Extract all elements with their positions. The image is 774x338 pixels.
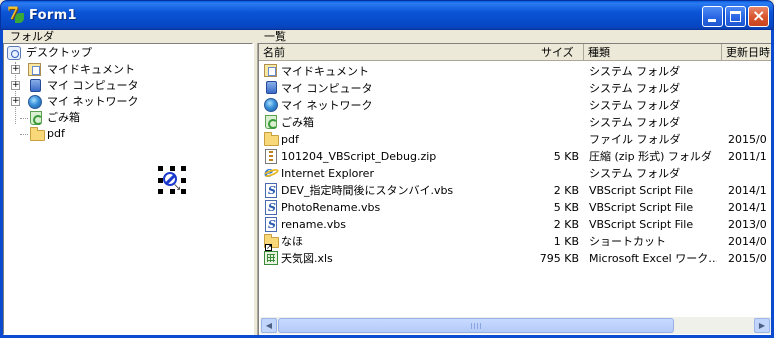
file-date: 2013/0 bbox=[728, 218, 767, 231]
list-row[interactable]: マイ コンピュータ システム フォルダ bbox=[259, 80, 771, 97]
file-date: 2011/1 bbox=[728, 150, 767, 163]
column-header-type[interactable]: 種類 bbox=[584, 44, 722, 61]
vbscript-file-icon bbox=[265, 183, 277, 198]
tree-item-label: マイ コンピュータ bbox=[47, 79, 139, 92]
my-documents-icon bbox=[264, 64, 277, 77]
list-row[interactable]: ごみ箱 システム フォルダ bbox=[259, 114, 771, 131]
list-header: 名前 サイズ 種類 更新日時 bbox=[259, 44, 771, 61]
my-computer-icon bbox=[30, 79, 41, 92]
file-name: マイ コンピュータ bbox=[281, 82, 373, 95]
tree-item-label: ごみ箱 bbox=[47, 111, 80, 124]
file-size: 795 KB bbox=[539, 252, 579, 265]
vbscript-file-icon bbox=[265, 200, 277, 215]
list-row[interactable]: PhotoRename.vbs 5 KB VBScript Script Fil… bbox=[259, 199, 771, 216]
file-name: マイドキュメント bbox=[281, 65, 369, 78]
file-type: VBScript Script File bbox=[589, 201, 694, 214]
file-name: マイ ネットワーク bbox=[281, 99, 373, 112]
expand-icon[interactable]: + bbox=[11, 65, 20, 74]
grip-icon bbox=[471, 323, 481, 329]
close-button[interactable]: × bbox=[748, 6, 769, 27]
file-name: pdf bbox=[281, 133, 299, 146]
horizontal-scrollbar[interactable]: ◀ ▶ bbox=[260, 317, 771, 334]
file-date: 2014/1 bbox=[728, 184, 767, 197]
chevron-right-icon: ▶ bbox=[758, 321, 766, 330]
tree-item-label: デスクトップ bbox=[26, 46, 92, 59]
minimize-icon bbox=[708, 19, 716, 22]
file-size: 5 KB bbox=[553, 201, 579, 214]
list-row[interactable]: e Internet Explorer システム フォルダ bbox=[259, 163, 771, 182]
list-row[interactable]: ↗ なほ 1 KB ショートカット 2014/0 bbox=[259, 233, 771, 251]
window-title: Form1 bbox=[29, 8, 77, 23]
file-type: VBScript Script File bbox=[589, 184, 694, 197]
scroll-left-button[interactable]: ◀ bbox=[261, 318, 277, 333]
column-header-name[interactable]: 名前 bbox=[259, 44, 584, 61]
list-row[interactable]: pdf ファイル フォルダ 2015/0 bbox=[259, 131, 771, 148]
list-row[interactable]: rename.vbs 2 KB VBScript Script File 201… bbox=[259, 216, 771, 233]
list-row[interactable]: DEV_指定時間後にスタンバイ.vbs 2 KB VBScript Script… bbox=[259, 182, 771, 199]
tree-item-label: マイ ネットワーク bbox=[47, 95, 139, 108]
shortcut-folder-icon: ↗ bbox=[264, 234, 279, 251]
file-size: 2 KB bbox=[553, 184, 579, 197]
list-row[interactable]: 101204_VBScript_Debug.zip 5 KB 圧縮 (zip 形… bbox=[259, 148, 771, 165]
close-icon: × bbox=[752, 6, 766, 25]
file-list[interactable]: 名前 サイズ 種類 更新日時 マイドキュメント システム フォルダ マイ コンピ… bbox=[258, 43, 771, 335]
list-row[interactable]: マイドキュメント システム フォルダ bbox=[259, 63, 771, 80]
selected-control[interactable]: ↘ bbox=[158, 166, 186, 194]
list-row[interactable]: 天気図.xls 795 KB Microsoft Excel ワーク… 2015… bbox=[259, 250, 771, 267]
file-type: ファイル フォルダ bbox=[589, 133, 681, 146]
folder-icon bbox=[30, 127, 45, 141]
file-size: 2 KB bbox=[553, 218, 579, 231]
app-icon: 7 bbox=[7, 4, 25, 25]
file-size: 1 KB bbox=[553, 235, 579, 248]
column-header-size[interactable]: サイズ bbox=[541, 44, 574, 61]
expand-icon[interactable]: + bbox=[11, 97, 20, 106]
scroll-right-button[interactable]: ▶ bbox=[754, 318, 770, 333]
file-type: ショートカット bbox=[589, 235, 666, 248]
title-bar[interactable]: 7 Form1 × bbox=[0, 0, 774, 30]
column-header-date[interactable]: 更新日時 bbox=[722, 44, 771, 61]
file-type: システム フォルダ bbox=[589, 99, 681, 112]
internet-explorer-icon: e bbox=[262, 163, 280, 181]
tree-item-label: マイドキュメント bbox=[47, 63, 135, 76]
zip-icon bbox=[265, 149, 277, 164]
file-name: Internet Explorer bbox=[281, 167, 374, 180]
file-type: システム フォルダ bbox=[589, 116, 681, 129]
my-computer-icon bbox=[266, 81, 277, 94]
no-entry-icon: ↘ bbox=[162, 170, 182, 193]
file-date: 2015/0 bbox=[728, 133, 767, 146]
my-documents-icon bbox=[28, 63, 41, 76]
recycle-bin-icon bbox=[265, 115, 278, 129]
excel-file-icon bbox=[264, 251, 278, 265]
file-type: システム フォルダ bbox=[589, 167, 681, 180]
tree-guide-line bbox=[20, 118, 28, 119]
minimize-button[interactable] bbox=[702, 6, 723, 27]
tree-guide-line bbox=[20, 134, 28, 135]
file-name: ごみ箱 bbox=[281, 116, 314, 129]
chevron-left-icon: ◀ bbox=[265, 321, 273, 330]
folder-tree[interactable]: デスクトップ + マイドキュメント + マイ コンピュータ + マイ ネットワー… bbox=[3, 43, 253, 335]
list-pane-label: 一覧 bbox=[264, 30, 286, 43]
scrollbar-thumb[interactable] bbox=[278, 318, 674, 333]
folder-pane-label: フォルダ bbox=[10, 30, 54, 43]
network-icon bbox=[264, 98, 278, 112]
file-type: システム フォルダ bbox=[589, 82, 681, 95]
file-date: 2014/1 bbox=[728, 201, 767, 214]
maximize-button[interactable] bbox=[725, 6, 746, 27]
file-date: 2014/0 bbox=[728, 235, 767, 248]
file-size: 5 KB bbox=[553, 150, 579, 163]
tree-item-label: pdf bbox=[47, 127, 65, 140]
file-type: システム フォルダ bbox=[589, 65, 681, 78]
network-icon bbox=[28, 95, 42, 109]
file-type: Microsoft Excel ワーク… bbox=[589, 252, 717, 265]
recycle-bin-icon bbox=[30, 111, 43, 125]
vbscript-file-icon bbox=[265, 217, 277, 232]
file-type: 圧縮 (zip 形式) フォルダ bbox=[589, 150, 712, 163]
folder-icon bbox=[264, 132, 279, 146]
expand-icon[interactable]: + bbox=[11, 81, 20, 90]
file-date: 2015/0 bbox=[728, 252, 767, 265]
list-row[interactable]: マイ ネットワーク システム フォルダ bbox=[259, 97, 771, 114]
maximize-icon bbox=[730, 11, 741, 22]
file-type: VBScript Script File bbox=[589, 218, 694, 231]
desktop-icon bbox=[7, 46, 21, 60]
